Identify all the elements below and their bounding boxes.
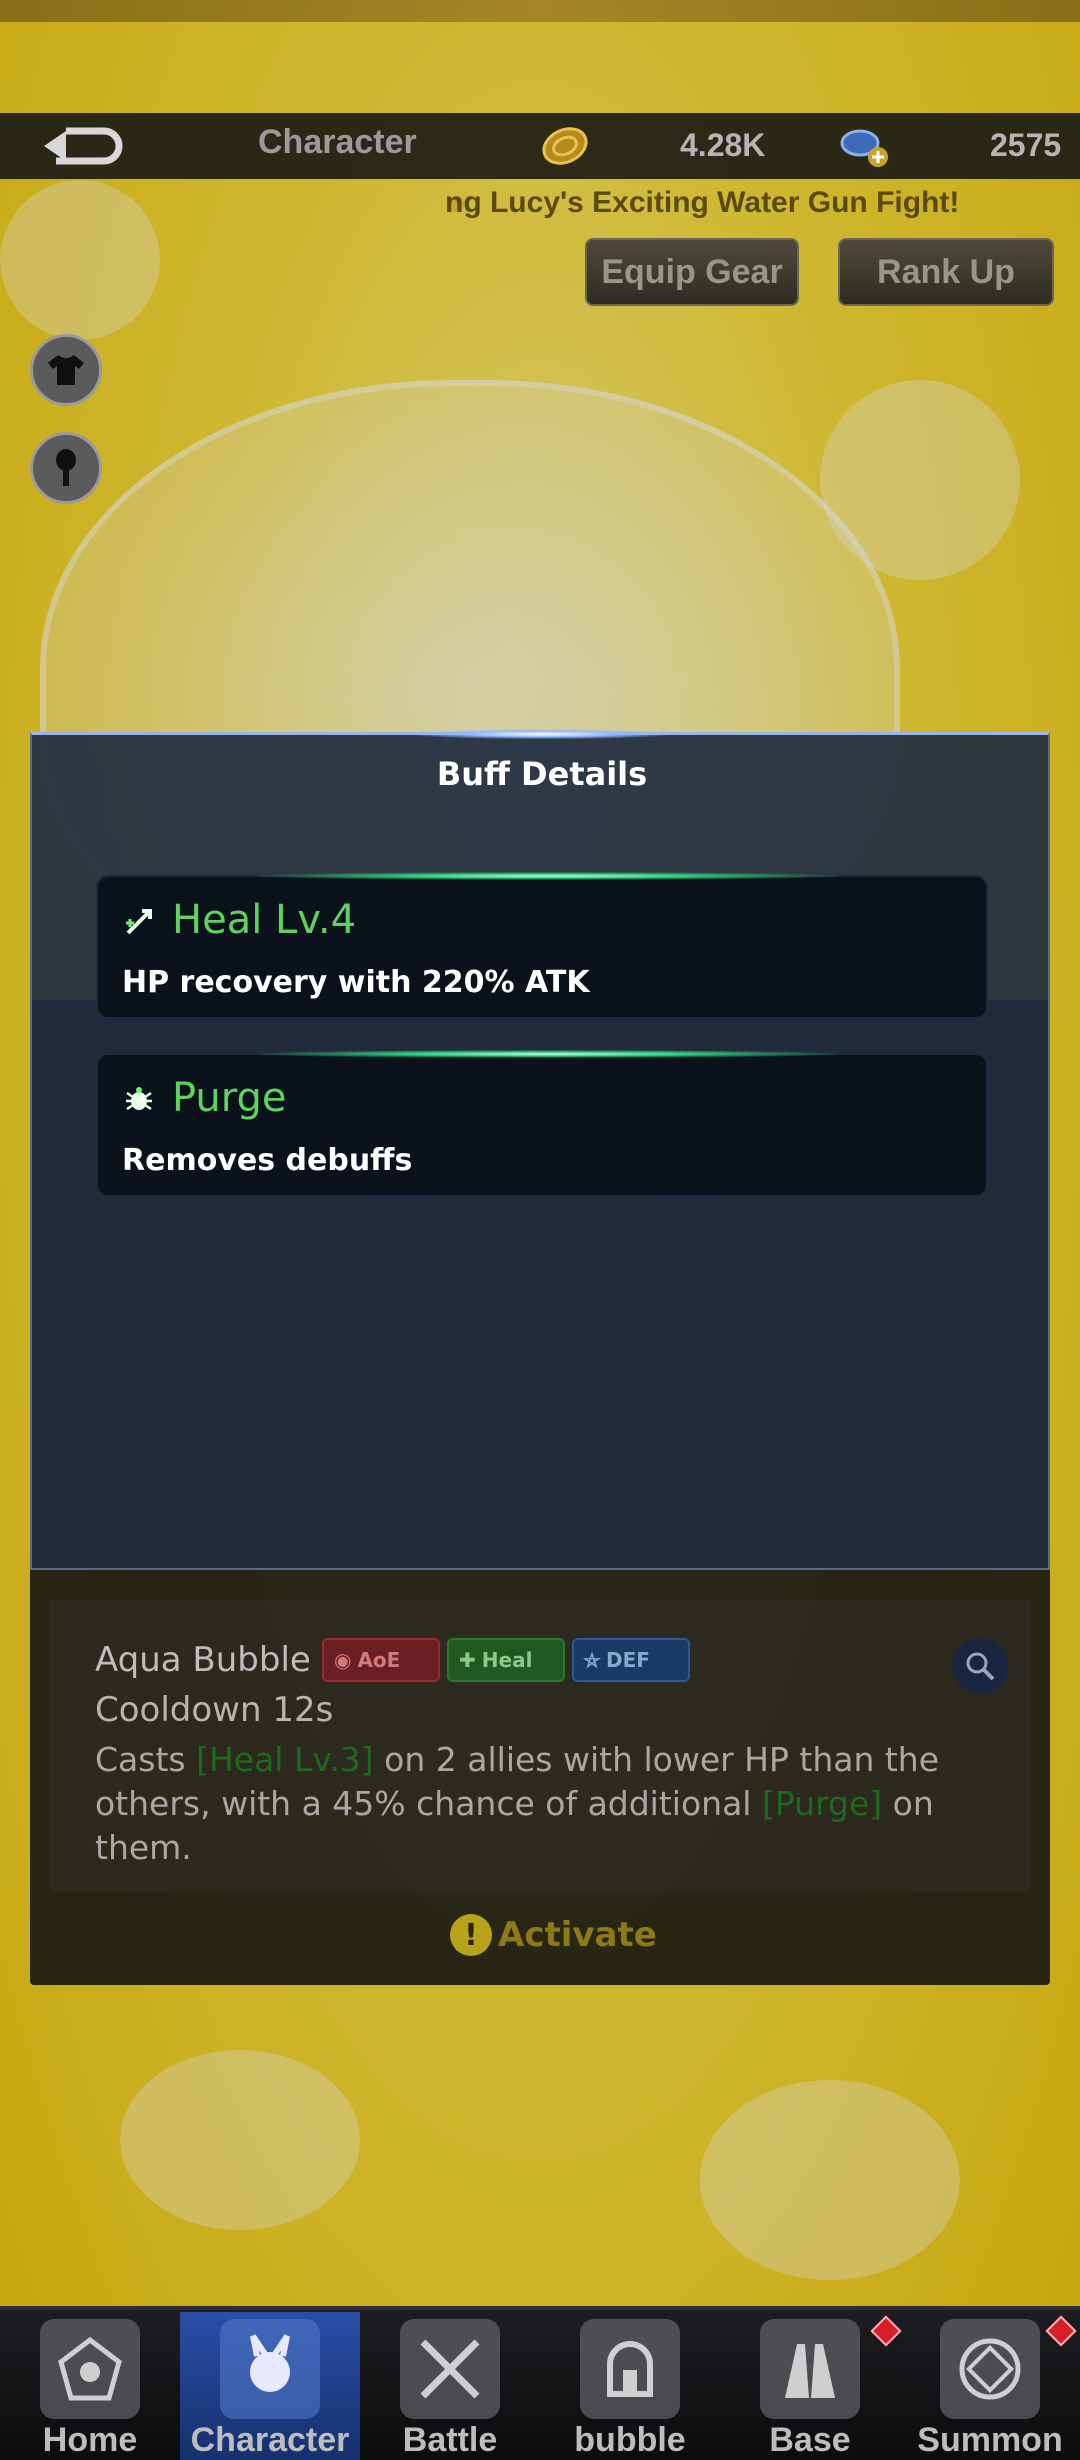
buff-glow (258, 1050, 838, 1058)
nav-label: Character (190, 2421, 350, 2459)
back-arrow-icon (44, 127, 123, 165)
nav-home[interactable]: Home (0, 2312, 180, 2460)
nav-character[interactable]: Character (180, 2312, 360, 2460)
tag-heal-label: Heal (481, 1648, 533, 1672)
tag-heal: ✚ Heal (447, 1638, 565, 1682)
shirt-icon (48, 355, 84, 385)
buff-card: Purge Removes debuffs (96, 1050, 988, 1197)
tag-def: ⛦ DEF (572, 1638, 690, 1682)
character-icon (220, 2319, 320, 2419)
home-icon (40, 2319, 140, 2419)
nav-label: bubble (574, 2421, 686, 2459)
shield-icon: ⛦ (584, 1648, 600, 1672)
heal-icon (124, 907, 154, 937)
nav-bubble[interactable]: bubble (540, 2312, 720, 2460)
nav-label: Battle (402, 2421, 498, 2459)
nav-label: Summon (917, 2421, 1063, 2459)
tag-def-label: DEF (606, 1648, 650, 1672)
coin-icon (540, 123, 590, 169)
skill-name: Aqua Bubble (95, 1640, 311, 1680)
buff-card: Heal Lv.4 HP recovery with 220% ATK (96, 872, 988, 1019)
buff-description: HP recovery with 220% ATK (122, 965, 590, 1000)
buff-glow (258, 872, 838, 880)
skill-cooldown: Cooldown 12s (95, 1690, 334, 1730)
buff-details-modal[interactable]: Buff Details Heal Lv.4 HP recovery with … (30, 729, 1050, 1570)
skill-desc-highlight: [Purge] (761, 1784, 883, 1823)
buff-description: Removes debuffs (122, 1143, 413, 1178)
microphone-icon (56, 449, 76, 486)
rank-up-button[interactable]: Rank Up (838, 238, 1054, 306)
activate-label: Activate (498, 1915, 657, 1955)
summon-icon (940, 2319, 1040, 2419)
activate-button[interactable]: ! Activate (450, 1914, 657, 1956)
gem-count: 2575 (990, 127, 1062, 163)
battle-icon (400, 2319, 500, 2419)
search-icon (966, 1652, 995, 1681)
skill-desc-highlight: [Heal Lv.3] (196, 1740, 374, 1779)
skill-desc-part: Casts (95, 1740, 197, 1779)
modal-glow (412, 729, 672, 739)
purge-icon (124, 1085, 154, 1115)
nav-label: Base (769, 2421, 851, 2459)
buff-name: Heal Lv.4 (172, 897, 357, 943)
equip-gear-button[interactable]: Equip Gear (585, 238, 799, 306)
skill-description: Casts [Heal Lv.3] on 2 allies with lower… (95, 1738, 975, 1870)
tag-aoe-label: AoE (357, 1648, 401, 1672)
modal-title: Buff Details (436, 755, 648, 793)
buff-name: Purge (172, 1075, 287, 1121)
page-title: Character (258, 123, 417, 161)
base-icon (760, 2319, 860, 2419)
nav-battle[interactable]: Battle (360, 2312, 540, 2460)
nav-label: Home (42, 2421, 138, 2459)
gem-add-icon[interactable] (838, 123, 890, 169)
outfit-button[interactable] (30, 334, 102, 406)
plus-icon: ✚ (459, 1648, 476, 1672)
bubble-icon (580, 2319, 680, 2419)
skill-search-button[interactable] (952, 1638, 1008, 1694)
tag-aoe: ◉ AoE (322, 1638, 440, 1682)
alert-icon: ! (450, 1914, 492, 1956)
coin-count: 4.28K (680, 127, 766, 163)
back-button[interactable] (36, 123, 126, 169)
group-icon: ◉ (334, 1648, 352, 1672)
top-bar: Character 4.28K 2575 (0, 113, 1080, 179)
event-marquee[interactable]: ng Lucy's Exciting Water Gun Fight! (445, 186, 1005, 220)
voice-button[interactable] (30, 432, 102, 504)
